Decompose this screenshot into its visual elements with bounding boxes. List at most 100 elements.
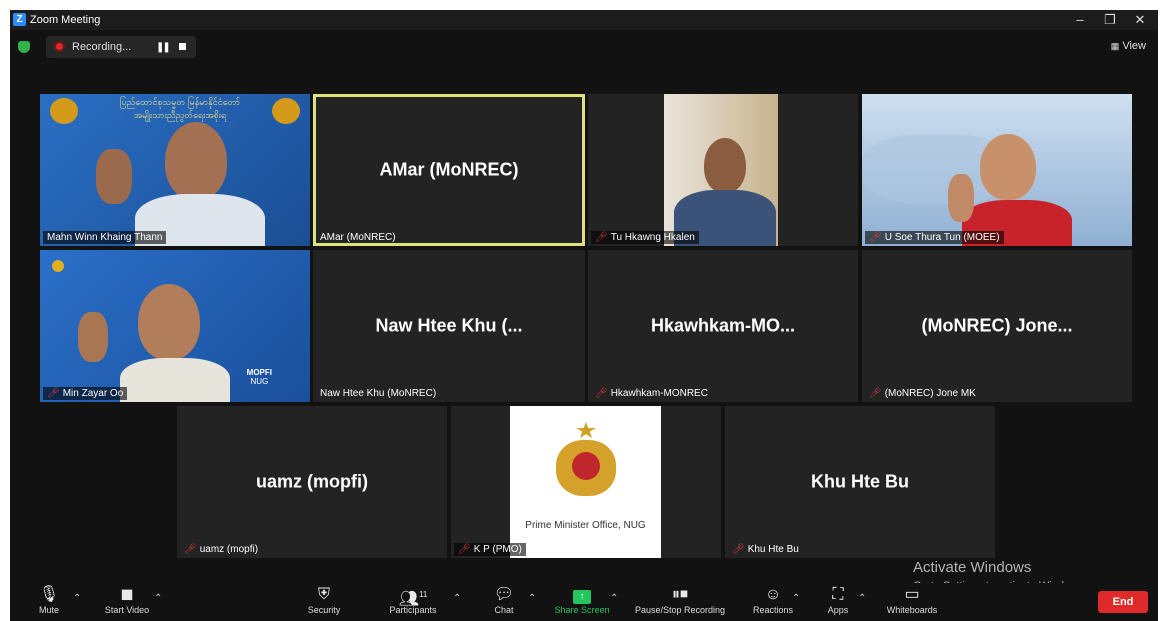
recording-label: Recording... bbox=[72, 41, 132, 53]
share-caret-icon[interactable]: ⌃ bbox=[610, 593, 618, 604]
meeting-toolbar: 🎙︎ Mute ⌃ ◼︎ Start Video ⌃ ⛨ Security 👥︎… bbox=[10, 583, 1158, 621]
raised-hand bbox=[948, 174, 974, 222]
video-off-icon: ◼︎ bbox=[120, 586, 134, 603]
start-video-button[interactable]: ◼︎ Start Video bbox=[92, 585, 162, 615]
raised-hand bbox=[96, 149, 132, 204]
banner-line-2: အမျိုးသားညီညွတ်ရေးအစိုးရ bbox=[133, 111, 227, 121]
chat-caret-icon[interactable]: ⌃ bbox=[528, 593, 536, 604]
participant-name: Naw Htee Khu (MoNREC) bbox=[320, 388, 437, 399]
video-tile[interactable]: (MoNREC) Jone... 🎤︎ (MoNREC) Jone MK bbox=[862, 250, 1132, 402]
minimize-button[interactable]: – bbox=[1070, 12, 1090, 27]
banner-text: ပြည်ထောင်စုသမ္မတ မြန်မာနိုင်ငံတော် အမျို… bbox=[100, 97, 260, 123]
participants-icon: 👥︎11 bbox=[398, 590, 428, 608]
mic-muted-icon: 🎤︎ bbox=[869, 388, 882, 399]
participant-name: Hkawhkam-MONREC bbox=[610, 388, 708, 399]
mute-label: Mute bbox=[38, 605, 59, 615]
participants-button[interactable]: 👥︎11 Participants bbox=[378, 585, 448, 615]
participants-caret-icon[interactable]: ⌃ bbox=[453, 593, 461, 604]
participants-count: 11 bbox=[419, 590, 428, 599]
raised-hand bbox=[78, 312, 108, 362]
participant-body bbox=[120, 358, 230, 402]
participant-display-name: Khu Hte Bu bbox=[811, 471, 909, 492]
participant-name-label: 🎤︎ uamz (mopfi) bbox=[180, 543, 262, 556]
start-video-label: Start Video bbox=[104, 605, 150, 615]
star-icon bbox=[576, 422, 596, 438]
profile-caption: Prime Minister Office, NUG bbox=[525, 520, 646, 531]
participant-display-name: Naw Htee Khu (... bbox=[375, 315, 523, 336]
video-tile[interactable]: 🎤︎ U Soe Thura Tun (MOEE) bbox=[862, 94, 1132, 246]
emblem-icon bbox=[272, 98, 300, 124]
video-tile[interactable]: Prime Minister Office, NUG 🎤︎ K P (PMO) bbox=[451, 406, 721, 558]
participant-name-label: 🎤︎ Min Zayar Oo bbox=[43, 387, 128, 400]
title-bar: Z Zoom Meeting – ❐ ✕ bbox=[10, 10, 1158, 30]
badge-line-2: NUG bbox=[250, 377, 269, 386]
view-label: View bbox=[1122, 40, 1146, 52]
video-options-caret-icon[interactable]: ⌃ bbox=[154, 593, 162, 604]
close-button[interactable]: ✕ bbox=[1130, 12, 1150, 28]
security-label: Security bbox=[307, 605, 341, 615]
reactions-caret-icon[interactable]: ⌃ bbox=[792, 593, 800, 604]
pause-stop-recording-button[interactable]: ⏸︎⏹︎ Pause/Stop Recording bbox=[630, 585, 730, 615]
video-tile[interactable]: ပြည်ထောင်စုသမ္မတ မြန်မာနိုင်ငံတော် အမျို… bbox=[40, 94, 310, 246]
participant-name-label: AMar (MoNREC) bbox=[316, 231, 400, 244]
emblem-map bbox=[572, 452, 600, 480]
activate-windows-title: Activate Windows bbox=[913, 559, 1032, 576]
recording-dot-icon bbox=[54, 41, 65, 52]
view-button[interactable]: ▦ View bbox=[1111, 40, 1146, 52]
grid-icon: ▦ bbox=[1110, 41, 1120, 51]
participant-name-label: 🎤︎ Tu Hkawng Hkalen bbox=[591, 231, 699, 244]
participant-name: Khu Hte Bu bbox=[747, 544, 799, 555]
maximize-button[interactable]: ❐ bbox=[1100, 12, 1120, 28]
participant-name-label: 🎤︎ Khu Hte Bu bbox=[728, 543, 803, 556]
whiteboards-button[interactable]: ▭ Whiteboards bbox=[877, 585, 947, 615]
participant-name-label: 🎤︎ Hkawhkam-MONREC bbox=[591, 387, 712, 400]
chat-label: Chat bbox=[494, 605, 514, 615]
profile-picture: Prime Minister Office, NUG bbox=[510, 406, 661, 558]
participant-head bbox=[980, 134, 1036, 200]
audio-options-caret-icon[interactable]: ⌃ bbox=[73, 593, 81, 604]
participant-head bbox=[704, 138, 746, 193]
zoom-window: Z Zoom Meeting – ❐ ✕ Recording... ❚❚ ▦ V… bbox=[10, 10, 1158, 621]
participant-name: uamz (mopfi) bbox=[199, 544, 259, 555]
reactions-label: Reactions bbox=[752, 605, 794, 615]
end-meeting-button[interactable]: End bbox=[1098, 591, 1148, 613]
apps-caret-icon[interactable]: ⌃ bbox=[858, 593, 866, 604]
participant-name-label: 🎤︎ (MoNREC) Jone MK bbox=[865, 387, 980, 400]
mic-muted-icon: 🎤︎ bbox=[732, 544, 745, 555]
participant-name: AMar (MoNREC) bbox=[320, 232, 396, 243]
mopfi-logo-icon bbox=[52, 260, 64, 272]
emblem-icon bbox=[50, 98, 78, 124]
video-tile[interactable]: MOPFI NUG 🎤︎ Min Zayar Oo bbox=[40, 250, 310, 402]
share-screen-button[interactable]: ↑ Share Screen bbox=[547, 585, 617, 615]
participant-name-label: Mahn Winn Khaing Thann bbox=[43, 231, 167, 244]
video-tile[interactable]: 🎤︎ Tu Hkawng Hkalen bbox=[588, 94, 858, 246]
participant-name: Mahn Winn Khaing Thann bbox=[47, 232, 163, 243]
apps-label: Apps bbox=[827, 605, 849, 615]
whiteboards-label: Whiteboards bbox=[886, 605, 938, 615]
participant-display-name: Hkawhkam-MO... bbox=[650, 315, 796, 336]
stop-recording-button[interactable] bbox=[179, 43, 186, 50]
video-tile-active-speaker[interactable]: AMar (MoNREC) AMar (MoNREC) bbox=[313, 94, 585, 246]
mic-muted-icon: 🎤︎ bbox=[458, 544, 471, 555]
participant-name: Min Zayar Oo bbox=[62, 388, 124, 399]
share-screen-label: Share Screen bbox=[554, 605, 610, 615]
mic-muted-icon: 🎤︎ bbox=[595, 388, 608, 399]
state-emblem-icon bbox=[550, 422, 622, 502]
participant-display-name: AMar (MoNREC) bbox=[379, 159, 519, 180]
zoom-logo-icon: Z bbox=[13, 13, 26, 26]
window-title: Zoom Meeting bbox=[30, 14, 101, 26]
security-button[interactable]: ⛨ Security bbox=[289, 585, 359, 615]
mopfi-nug-badge: MOPFI NUG bbox=[247, 368, 272, 386]
pause-recording-button[interactable]: ❚❚ bbox=[156, 42, 171, 53]
video-tile[interactable]: uamz (mopfi) 🎤︎ uamz (mopfi) bbox=[177, 406, 447, 558]
participant-name: U Soe Thura Tun (MOEE) bbox=[884, 232, 1000, 243]
participant-name: K P (PMO) bbox=[473, 544, 522, 555]
participant-display-name: uamz (mopfi) bbox=[256, 471, 368, 492]
participant-name-label: Naw Htee Khu (MoNREC) bbox=[316, 387, 440, 400]
video-tile[interactable]: Naw Htee Khu (... Naw Htee Khu (MoNREC) bbox=[313, 250, 585, 402]
video-tile[interactable]: Khu Hte Bu 🎤︎ Khu Hte Bu bbox=[725, 406, 995, 558]
video-tile[interactable]: Hkawhkam-MO... 🎤︎ Hkawhkam-MONREC bbox=[588, 250, 858, 402]
pause-stop-icon: ⏸︎⏹︎ bbox=[671, 586, 688, 603]
whiteboard-icon: ▭ bbox=[904, 586, 920, 603]
share-screen-icon: ↑ bbox=[547, 585, 617, 605]
